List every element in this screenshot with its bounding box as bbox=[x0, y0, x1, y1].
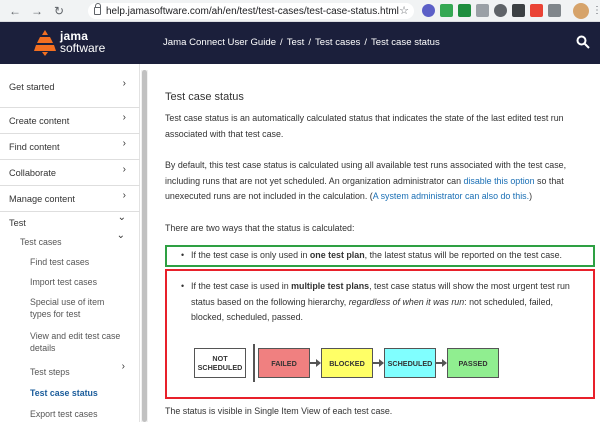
bold-text: one test plan bbox=[309, 250, 365, 260]
bookmark-star-icon[interactable]: ☆ bbox=[399, 4, 409, 17]
menu-dots-icon[interactable]: ⋮ bbox=[592, 4, 600, 18]
extension-icon[interactable] bbox=[530, 4, 543, 17]
scrollbar-thumb[interactable] bbox=[142, 70, 147, 422]
sidebar-item-get-started[interactable]: Get started › bbox=[0, 64, 140, 108]
sidebar-item-label: Find content bbox=[9, 142, 60, 152]
chevron-down-icon[interactable]: ⌄ bbox=[117, 230, 125, 241]
search-icon[interactable] bbox=[576, 35, 590, 49]
sidebar-link-find-test-cases[interactable]: Find test cases bbox=[30, 256, 89, 268]
text-segment: If the test case is only used in bbox=[191, 250, 310, 260]
sidebar-link-test-case-status[interactable]: Test case status bbox=[30, 387, 98, 399]
chevron-down-icon: ⌄ bbox=[117, 212, 126, 223]
sidebar-nav: Get started › Create content › Find cont… bbox=[0, 64, 140, 422]
bullet-multiple-test-plans: • If the test case is used in multiple t… bbox=[181, 279, 587, 326]
sidebar-link-export-test-cases[interactable]: Export test cases bbox=[30, 408, 97, 420]
sidebar-item-label: Manage content bbox=[9, 194, 75, 204]
breadcrumb-separator: / bbox=[280, 37, 283, 48]
text-segment: , the latest status will be reported on … bbox=[364, 250, 562, 260]
bullet-dot: • bbox=[181, 250, 185, 260]
sidebar-subitem-test-cases[interactable]: Test cases bbox=[20, 236, 62, 248]
sidebar-item-collaborate[interactable]: Collaborate › bbox=[0, 160, 140, 186]
extension-icon[interactable] bbox=[476, 4, 489, 17]
sidebar-item-label: Get started bbox=[9, 82, 55, 92]
arrow-icon bbox=[310, 359, 321, 367]
breadcrumb-item[interactable]: Test bbox=[287, 37, 305, 48]
logo-line2: software bbox=[60, 41, 106, 55]
sidebar-link-test-steps[interactable]: Test steps bbox=[30, 366, 70, 378]
breadcrumb-item[interactable]: Test case status bbox=[371, 37, 440, 48]
sidebar-scrollbar[interactable] bbox=[141, 70, 148, 422]
bold-text: multiple test plans bbox=[291, 281, 370, 291]
extension-icon[interactable] bbox=[422, 4, 435, 17]
arrow-icon bbox=[436, 359, 447, 367]
chevron-right-icon: › bbox=[122, 164, 126, 175]
breadcrumb-item[interactable]: Test cases bbox=[315, 37, 360, 48]
paragraph-intro: Test case status is an automatically cal… bbox=[165, 113, 564, 139]
bullet-dot: • bbox=[181, 281, 185, 291]
paragraph-default: By default, this test case status is cal… bbox=[165, 158, 595, 205]
status-failed: FAILED bbox=[258, 348, 310, 378]
extension-icon[interactable] bbox=[548, 4, 561, 17]
site-header: jama software Jama Connect User Guide / … bbox=[0, 22, 600, 64]
back-arrow-icon[interactable]: ← bbox=[8, 4, 22, 18]
chevron-right-icon: › bbox=[122, 112, 126, 123]
status-passed: PASSED bbox=[447, 348, 499, 378]
italic-text: regardless of when it was run bbox=[348, 296, 465, 307]
sidebar-item-label: Collaborate bbox=[9, 168, 56, 178]
breadcrumb-item[interactable]: Jama Connect User Guide bbox=[163, 37, 276, 48]
breadcrumb-separator: / bbox=[308, 37, 311, 48]
chevron-right-icon[interactable]: › bbox=[122, 361, 125, 372]
profile-avatar[interactable] bbox=[573, 3, 589, 19]
paragraph-two-ways: There are two ways that the status is ca… bbox=[165, 223, 355, 233]
breadcrumb-separator: / bbox=[364, 37, 367, 48]
url-text: help.jamasoftware.com/ah/en/test/test-ca… bbox=[106, 5, 399, 17]
jama-logo-icon[interactable] bbox=[34, 30, 56, 56]
logo-text[interactable]: jama software bbox=[60, 30, 105, 54]
text-segment: If the test case is used in bbox=[191, 281, 292, 291]
bullet-one-test-plan: • If the test case is only used in one t… bbox=[181, 248, 591, 264]
extension-icon[interactable] bbox=[494, 4, 507, 17]
page-title: Test case status bbox=[165, 91, 244, 103]
chevron-right-icon: › bbox=[122, 78, 126, 89]
sidebar-item-label: Create content bbox=[9, 116, 70, 126]
system-admin-link[interactable]: A system administrator can also do this. bbox=[373, 191, 529, 201]
sidebar-link-view-edit[interactable]: View and edit test case details bbox=[30, 330, 122, 354]
forward-arrow-icon[interactable]: → bbox=[30, 4, 44, 18]
text-segment: ) bbox=[529, 191, 533, 201]
main-content: Test case status Test case status is an … bbox=[150, 64, 600, 422]
extension-icon[interactable] bbox=[512, 4, 525, 17]
extension-icons bbox=[422, 4, 561, 17]
address-bar[interactable]: help.jamasoftware.com/ah/en/test/test-ca… bbox=[88, 3, 414, 19]
breadcrumb: Jama Connect User Guide / Test / Test ca… bbox=[163, 37, 440, 48]
arrow-icon bbox=[373, 359, 384, 367]
sidebar-item-find-content[interactable]: Find content › bbox=[0, 134, 140, 160]
extension-icon[interactable] bbox=[458, 4, 471, 17]
reload-icon[interactable]: ↻ bbox=[52, 4, 66, 18]
sidebar-item-create-content[interactable]: Create content › bbox=[0, 108, 140, 134]
chevron-right-icon: › bbox=[122, 190, 126, 201]
status-not-scheduled: NOT SCHEDULED bbox=[194, 348, 246, 378]
sidebar-link-special-use[interactable]: Special use of item types for test bbox=[30, 296, 112, 320]
status-hierarchy-diagram: NOT SCHEDULED FAILED BLOCKED SCHEDULED P… bbox=[194, 344, 504, 382]
disable-option-link[interactable]: disable this option bbox=[463, 176, 534, 186]
extension-icon[interactable] bbox=[440, 4, 453, 17]
sidebar-item-manage-content[interactable]: Manage content › bbox=[0, 186, 140, 212]
browser-toolbar: ← → ↻ help.jamasoftware.com/ah/en/test/t… bbox=[0, 0, 600, 22]
status-scheduled: SCHEDULED bbox=[384, 348, 436, 378]
status-blocked: BLOCKED bbox=[321, 348, 373, 378]
paragraph-visibility: The status is visible in Single Item Vie… bbox=[165, 406, 393, 416]
sidebar-link-import-test-cases[interactable]: Import test cases bbox=[30, 276, 97, 288]
sidebar-item-label: Test bbox=[9, 218, 26, 228]
chevron-right-icon: › bbox=[122, 138, 126, 149]
divider-line bbox=[253, 344, 255, 382]
lock-icon bbox=[94, 3, 101, 15]
